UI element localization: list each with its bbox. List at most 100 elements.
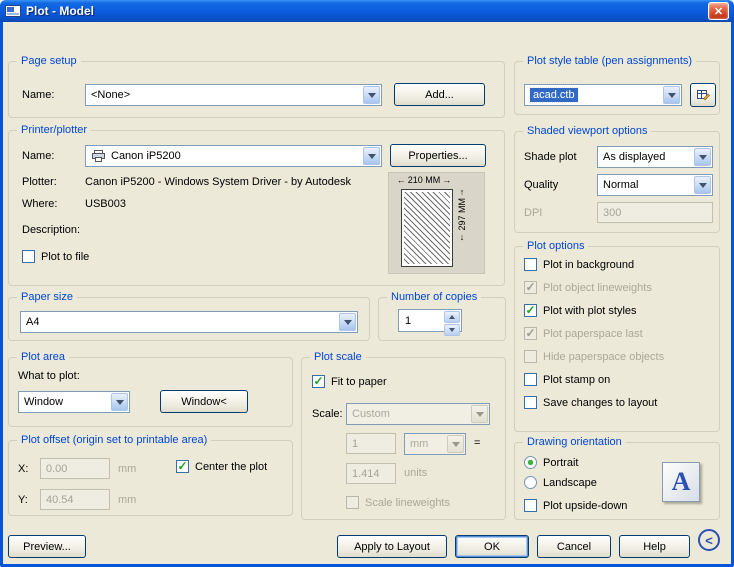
landscape-radio[interactable]: Landscape [524, 476, 597, 489]
chevron-down-icon[interactable] [111, 393, 128, 411]
checkbox-label: Scale lineweights [365, 496, 450, 509]
chevron-down-icon[interactable] [663, 86, 680, 104]
group-legend: Paper size [17, 291, 77, 303]
plot-option-checkbox-1: Plot object lineweights [524, 281, 664, 294]
chevron-down-icon[interactable] [363, 147, 380, 165]
group-legend: Plot offset (origin set to printable are… [17, 434, 212, 446]
quality-combo[interactable]: Normal [597, 174, 713, 196]
printable-area-hatch [404, 192, 450, 264]
checkbox-label: Center the plot [195, 460, 268, 473]
scale-combo: Custom [346, 403, 490, 425]
properties-button[interactable]: Properties... [390, 144, 486, 167]
arrow-left-icon: ← [396, 175, 406, 185]
combo-value: A4 [26, 316, 40, 328]
edit-plot-style-button[interactable] [690, 83, 716, 107]
edit-plot-style-icon [696, 88, 710, 102]
fewer-options-button[interactable]: < [698, 529, 720, 551]
titlebar: Plot - Model ✕ [0, 0, 734, 22]
copies-value: 1 [405, 314, 412, 327]
plot-option-checkbox-6[interactable]: Save changes to layout [524, 396, 664, 409]
checkbox-label: Plot to file [41, 250, 90, 263]
radio-dot [524, 476, 537, 489]
checkbox-label: Plot object lineweights [543, 281, 652, 294]
scale-equals-sign: = [474, 437, 481, 449]
help-button[interactable]: Help [619, 535, 690, 558]
plot-options-list: Plot in background Plot object lineweight… [524, 258, 664, 409]
page-setup-name-combo[interactable]: <None> [85, 84, 382, 106]
checkbox-box [176, 460, 189, 473]
group-legend: Plot area [17, 351, 70, 363]
arrow-down-icon: ↓ [459, 231, 465, 242]
radio-dot [524, 456, 537, 469]
offset-x-unit: mm [118, 463, 137, 475]
window-title: Plot - Model [26, 4, 94, 18]
chevron-down-icon[interactable] [694, 148, 711, 166]
what-to-plot-label: What to plot: [18, 370, 80, 382]
checkbox-box [524, 350, 537, 363]
checkbox-box [312, 375, 325, 388]
group-legend: Plot scale [310, 351, 366, 363]
portrait-radio[interactable]: Portrait [524, 456, 578, 469]
center-plot-checkbox[interactable]: Center the plot [176, 460, 267, 473]
checkbox-box [22, 250, 35, 263]
printer-name-label: Name: [22, 150, 55, 162]
paper-preview: ← 210 MM → ↑ 297 MM ↓ [388, 172, 485, 274]
apply-to-layout-button[interactable]: Apply to Layout [337, 535, 447, 558]
orientation-letter-icon: A [662, 462, 700, 502]
where-label: Where: [22, 198, 58, 210]
group-legend: Printer/plotter [17, 124, 92, 136]
plot-to-file-checkbox[interactable]: Plot to file [22, 250, 89, 263]
combo-value: As displayed [603, 151, 666, 163]
close-icon: ✕ [713, 5, 724, 18]
quality-label: Quality [524, 179, 559, 191]
paper-size-combo[interactable]: A4 [20, 311, 358, 333]
combo-value: acad.ctb [529, 87, 579, 103]
checkbox-label: Save changes to layout [543, 396, 658, 409]
plotter-value: Canon iP5200 - Windows System Driver - b… [85, 176, 351, 188]
where-value: USB003 [85, 198, 126, 210]
chevron-down-icon[interactable] [694, 176, 711, 194]
orientation-letter: A [671, 467, 691, 496]
combo-value: Normal [603, 179, 639, 191]
shade-plot-combo[interactable]: As displayed [597, 146, 713, 168]
plot-option-checkbox-2[interactable]: Plot with plot styles [524, 304, 664, 317]
group-legend: Plot options [523, 240, 589, 252]
chevron-down-icon[interactable] [363, 86, 380, 104]
add-button[interactable]: Add... [394, 83, 485, 106]
checkbox-label: Plot in background [543, 258, 635, 271]
combo-value: Window [24, 396, 64, 408]
group-legend: Drawing orientation [523, 436, 626, 448]
checkbox-box [524, 258, 537, 271]
copies-spinner[interactable]: 1 [398, 309, 462, 336]
window-button[interactable]: Window< [160, 390, 248, 413]
checkbox-box [524, 396, 537, 409]
plot-dialog: Plot - Model ✕ Page setup Name: <None> A… [0, 0, 734, 567]
plot-option-checkbox-0[interactable]: Plot in background [524, 258, 664, 271]
paper-height-label: 297 MM [457, 198, 467, 231]
checkbox-label: Plot with plot styles [543, 304, 637, 317]
close-button[interactable]: ✕ [708, 2, 729, 20]
radio-label: Portrait [543, 456, 579, 469]
offset-x-value: 0.00 [46, 462, 68, 475]
scale-units-value: 1.414 [352, 467, 380, 480]
spinner-down-icon[interactable] [444, 324, 460, 336]
plot-option-checkbox-5[interactable]: Plot stamp on [524, 373, 664, 386]
checkbox-box [524, 373, 537, 386]
spinner-up-icon[interactable] [444, 311, 460, 323]
checkbox-label: Plot paperspace last [543, 327, 643, 340]
group-legend: Shaded viewport options [523, 125, 652, 137]
printer-name-combo[interactable]: Canon iP5200 [85, 145, 382, 167]
ok-button[interactable]: OK [455, 535, 529, 558]
chevron-down-icon[interactable] [339, 313, 356, 331]
combo-value: <None> [91, 89, 131, 101]
printer-icon [91, 150, 106, 162]
window-icon [5, 4, 21, 18]
plot-style-combo[interactable]: acad.ctb [524, 84, 682, 106]
fit-to-paper-checkbox[interactable]: Fit to paper [312, 375, 387, 388]
cancel-button[interactable]: Cancel [537, 535, 611, 558]
plot-upside-down-checkbox[interactable]: Plot upside-down [524, 499, 627, 512]
radio-label: Landscape [543, 476, 597, 489]
preview-button[interactable]: Preview... [8, 535, 86, 558]
what-to-plot-combo[interactable]: Window [18, 391, 130, 413]
chevron-down-icon [447, 435, 464, 453]
